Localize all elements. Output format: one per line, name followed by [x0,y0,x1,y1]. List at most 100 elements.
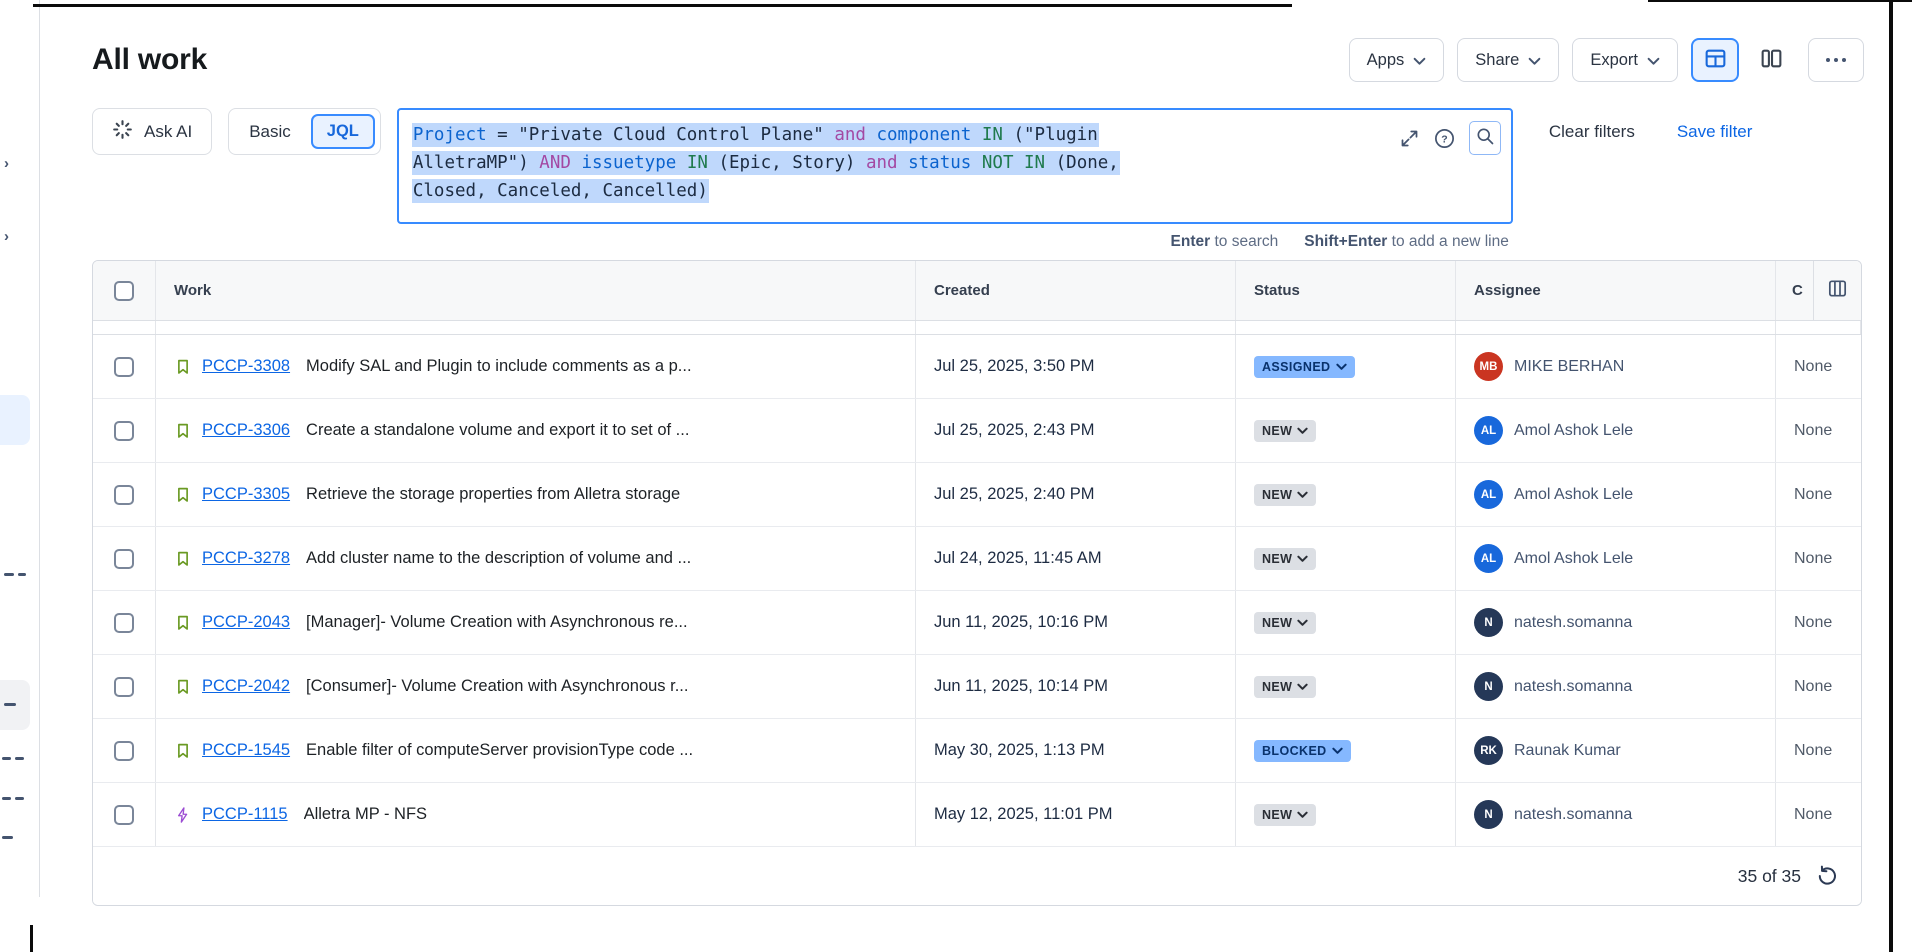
configure-columns-button[interactable] [1813,261,1861,320]
jql-query-input[interactable]: Project = "Private Cloud Control Plane" … [397,108,1513,224]
avatar: AL [1474,416,1503,445]
issue-summary[interactable]: Modify SAL and Plugin to include comment… [306,357,692,376]
status-badge[interactable]: ASSIGNED [1254,356,1355,378]
column-header-truncated-label[interactable]: C [1776,261,1813,320]
issue-summary[interactable]: Retrieve the storage properties from All… [306,485,680,504]
issue-summary[interactable]: Enable filter of computeServer provision… [306,741,693,760]
chevron-down-icon [1297,619,1308,627]
select-row-checkbox[interactable] [114,357,134,377]
status-badge[interactable]: NEW [1254,676,1316,698]
story-icon [174,358,192,376]
detail-view-button[interactable] [1747,38,1795,82]
search-icon [1475,126,1495,151]
story-icon [174,614,192,632]
table-footer: 35 of 35 [93,847,1861,905]
assignee-name[interactable]: Amol Ashok Lele [1514,550,1633,568]
issue-summary[interactable]: [Consumer]- Volume Creation with Asynchr… [306,677,688,696]
select-row-checkbox[interactable] [114,549,134,569]
extra-column-value: None [1794,806,1832,824]
select-row-checkbox[interactable] [114,805,134,825]
select-all-checkbox[interactable] [114,281,134,301]
issue-summary[interactable]: Add cluster name to the description of v… [306,549,691,568]
table-view-button[interactable] [1691,38,1739,82]
sidebar-item-fragment [4,703,16,706]
issue-summary[interactable]: Create a standalone volume and export it… [306,421,689,440]
chevron-right-icon[interactable]: › [4,228,9,245]
status-badge[interactable]: NEW [1254,612,1316,634]
issue-summary[interactable]: Alletra MP - NFS [304,805,427,824]
assignee-name[interactable]: Amol Ashok Lele [1514,486,1633,504]
issue-summary[interactable]: [Manager]- Volume Creation with Asynchro… [306,613,688,632]
status-badge[interactable]: BLOCKED [1254,740,1351,762]
avatar: RK [1474,736,1503,765]
expand-editor-icon[interactable] [1399,128,1420,149]
window-edge-top [33,4,1292,7]
ask-ai-button[interactable]: Ask AI [92,108,212,155]
created-date: Jun 11, 2025, 10:16 PM [934,613,1108,632]
share-button-label: Share [1475,51,1519,70]
column-header-assignee[interactable]: Assignee [1456,261,1776,320]
avatar: AL [1474,480,1503,509]
column-header-work[interactable]: Work [156,261,916,320]
sidebar-item-fragment [2,797,11,800]
table-row: PCCP-3308 Modify SAL and Plugin to includ… [93,335,1861,399]
column-header-created[interactable]: Created [916,261,1236,320]
all-work-screen: › › All work Apps Share [0,0,1912,952]
status-badge[interactable]: NEW [1254,548,1316,570]
hint-shift-key: Shift+Enter [1304,233,1387,250]
jql-mode-tab[interactable]: JQL [311,114,375,149]
export-button-label: Export [1590,51,1638,70]
share-button[interactable]: Share [1457,38,1559,82]
issue-key-link[interactable]: PCCP-2043 [202,613,290,632]
search-button[interactable] [1469,121,1501,155]
help-icon[interactable]: ? [1433,127,1456,150]
basic-mode-tab[interactable]: Basic [229,122,311,142]
sidebar-item-fragment [2,836,13,839]
select-row-checkbox[interactable] [114,613,134,633]
story-icon [174,550,192,568]
assignee-name[interactable]: Raunak Kumar [1514,742,1621,760]
partially-scrolled-row [93,321,1861,335]
sidebar-item-fragment [18,573,26,576]
export-button[interactable]: Export [1572,38,1678,82]
refresh-icon[interactable] [1815,864,1839,888]
extra-column-value: None [1794,742,1832,760]
columns-icon [1826,277,1849,304]
more-options-button[interactable] [1808,38,1864,82]
created-date: Jul 24, 2025, 11:45 AM [934,549,1102,568]
ai-sparkle-icon [112,119,133,145]
assignee-name[interactable]: natesh.somanna [1514,678,1632,696]
issue-key-link[interactable]: PCCP-1115 [202,805,288,824]
issue-key-link[interactable]: PCCP-3278 [202,549,290,568]
avatar: MB [1474,352,1503,381]
status-badge[interactable]: NEW [1254,804,1316,826]
chevron-down-icon [1297,811,1308,819]
assignee-name[interactable]: natesh.somanna [1514,806,1632,824]
chevron-right-icon[interactable]: › [4,155,9,172]
assignee-name[interactable]: natesh.somanna [1514,614,1632,632]
assignee-name[interactable]: MIKE BERHAN [1514,358,1624,376]
issue-key-link[interactable]: PCCP-3305 [202,485,290,504]
extra-column-value: None [1794,486,1832,504]
assignee-name[interactable]: Amol Ashok Lele [1514,422,1633,440]
sidebar-item-fragment-selected[interactable] [0,395,30,445]
select-row-checkbox[interactable] [114,421,134,441]
table-row: PCCP-2043 [Manager]- Volume Creation with… [93,591,1861,655]
created-date: May 30, 2025, 1:13 PM [934,741,1105,760]
status-badge[interactable]: NEW [1254,420,1316,442]
issue-key-link[interactable]: PCCP-3308 [202,357,290,376]
status-badge[interactable]: NEW [1254,484,1316,506]
issue-key-link[interactable]: PCCP-3306 [202,421,290,440]
apps-button[interactable]: Apps [1349,38,1445,82]
clear-filters-button[interactable]: Clear filters [1549,122,1635,142]
issue-key-link[interactable]: PCCP-1545 [202,741,290,760]
page-title: All work [92,43,207,77]
column-header-status[interactable]: Status [1236,261,1456,320]
save-filter-button[interactable]: Save filter [1677,122,1753,142]
select-row-checkbox[interactable] [114,741,134,761]
select-row-checkbox[interactable] [114,677,134,697]
more-icon [1842,58,1846,62]
select-row-checkbox[interactable] [114,485,134,505]
more-icon [1834,58,1838,62]
issue-key-link[interactable]: PCCP-2042 [202,677,290,696]
